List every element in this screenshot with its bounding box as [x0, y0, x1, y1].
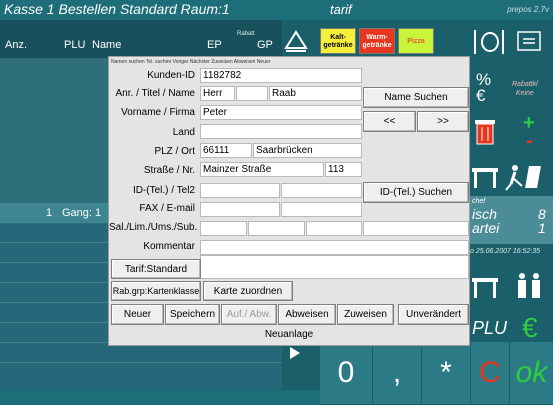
fax-field[interactable] [200, 202, 280, 217]
dialog-menu[interactable]: Namen suchen Tel. suchen Voriger Nächste… [111, 59, 270, 65]
trash-icon[interactable] [474, 118, 496, 146]
label-land: Land [172, 127, 195, 138]
table-split-icon[interactable] [470, 270, 550, 302]
order-table-header: Anz. PLU Name EP Rabatt GP [0, 20, 282, 58]
label-fax: FAX / E-mail [139, 203, 195, 214]
label-plz: PLZ / Ort [154, 146, 195, 157]
anrede-field[interactable]: Herr [200, 86, 235, 101]
key-comma[interactable]: , [373, 342, 421, 404]
chef-label: chef [472, 198, 486, 205]
column-header-ep: EP [207, 39, 222, 51]
name-field[interactable]: Raab [269, 86, 362, 101]
name-suchen-button[interactable]: Name Suchen [363, 87, 469, 108]
rabattklasse-label: Rabattkl Keine [512, 81, 538, 97]
neuer-button[interactable]: Neuer [111, 304, 164, 325]
karte-zuordnen-button[interactable]: Karte zuordnen [203, 281, 293, 301]
category-warmgetraenke[interactable]: Warm- getränke [359, 28, 395, 54]
next-button[interactable]: >> [417, 111, 469, 132]
label-sal: Sal./Lim./Ums./Sub. [109, 222, 198, 233]
column-header-rabatt: Rabatt [237, 31, 255, 37]
percent-euro-button[interactable]: % € [476, 71, 491, 104]
window-title: Kasse 1 Bestellen Standard Raum:1 [4, 1, 230, 17]
key-star[interactable]: * [422, 342, 470, 404]
sal-field[interactable] [200, 221, 247, 236]
key-zero[interactable]: 0 [320, 342, 372, 404]
category-label: Warm- getränke [362, 34, 392, 49]
brand-label: prepos 2.7v [507, 5, 549, 14]
label-kunden-id: Kunden-ID [147, 70, 195, 81]
customer-dialog: Namen suchen Tel. suchen Voriger Nächste… [108, 56, 470, 346]
status-strip [0, 390, 320, 405]
key-clear[interactable]: C [471, 342, 509, 404]
order-row-qty: 1 [46, 207, 53, 219]
land-field[interactable] [200, 124, 362, 139]
speichern-button[interactable]: Speichern [165, 304, 220, 325]
zuweisen-button[interactable]: Zuweisen [337, 304, 394, 325]
auf-abw-button[interactable]: Auf./ Abw. [221, 304, 277, 325]
kommentar-field[interactable] [200, 240, 469, 255]
previous-button[interactable]: << [363, 111, 416, 132]
column-header-name: Name [92, 39, 122, 51]
tel2-field[interactable] [281, 183, 362, 198]
order-row-label: Gang: 1 [62, 207, 102, 219]
plu-button[interactable]: PLU [472, 318, 507, 339]
ums-field[interactable] [306, 221, 362, 236]
lim-field[interactable] [248, 221, 305, 236]
column-header-anz: Anz. [5, 39, 28, 51]
category-label: Pizza [407, 38, 425, 45]
tel-suchen-button[interactable]: ID-(Tel.) Suchen [363, 182, 469, 203]
rabattgruppe-button[interactable]: Rab.grp:Kartenklasse [111, 281, 201, 301]
ort-field[interactable]: Saarbrücken [253, 143, 362, 158]
partei-number: 1 [538, 220, 546, 236]
label-tel: ID-(Tel.) / Tel2 [132, 185, 195, 196]
title-bar: Kasse 1 Bestellen Standard Raum:1 tarif … [0, 0, 553, 20]
scroll-up-arrow-icon[interactable] [284, 30, 308, 52]
tarif-button[interactable]: Tarif:Standard [111, 259, 201, 279]
partei-label: artei [472, 220, 500, 236]
table-setting-icon[interactable] [470, 26, 506, 56]
scroll-down-arrow-icon[interactable] [288, 345, 302, 361]
tarif-label: tarif [330, 2, 352, 17]
key-ok[interactable]: ok [510, 342, 553, 404]
plz-field[interactable]: 66111 [200, 143, 252, 158]
dialog-mode-label: Neuanlage [264, 329, 314, 340]
vorname-field[interactable]: Peter [200, 105, 362, 120]
label-vorname: Vorname / Firma [121, 107, 195, 118]
sub-field[interactable] [363, 221, 469, 236]
abweisen-button[interactable]: Abweisen [278, 304, 336, 325]
column-header-plu: PLU [64, 39, 86, 51]
kommentar-area[interactable] [200, 255, 469, 279]
kunden-id-field[interactable]: 1182782 [200, 68, 362, 83]
strasse-field[interactable]: Mainzer Straße [200, 162, 324, 177]
hausnummer-field[interactable]: 113 [325, 162, 362, 177]
category-pizza[interactable]: Pizza [398, 28, 434, 54]
titel-field[interactable] [236, 86, 268, 101]
minus-button[interactable]: - [526, 130, 533, 153]
euro-button[interactable]: € [522, 312, 538, 344]
tel-field[interactable] [200, 183, 280, 198]
unveraendert-button[interactable]: Unverändert [398, 304, 469, 325]
datetime-label: o 25.06.2007 16:52:35 [470, 248, 541, 255]
category-kaltgetraenke[interactable]: Kalt- getränke [320, 28, 356, 54]
category-label: Kalt- getränke [323, 34, 353, 49]
label-anrede: Anr. / Titel / Name [115, 88, 195, 99]
menu-icon[interactable] [516, 30, 542, 52]
label-strasse: Straße / Nr. [143, 165, 195, 176]
label-kommentar: Kommentar [143, 241, 195, 252]
column-header-gp: GP [257, 39, 273, 51]
email-field[interactable] [281, 202, 362, 217]
table-move-icon[interactable] [470, 160, 550, 194]
table-info-panel[interactable]: chef isch 8 artei 1 [470, 196, 553, 244]
